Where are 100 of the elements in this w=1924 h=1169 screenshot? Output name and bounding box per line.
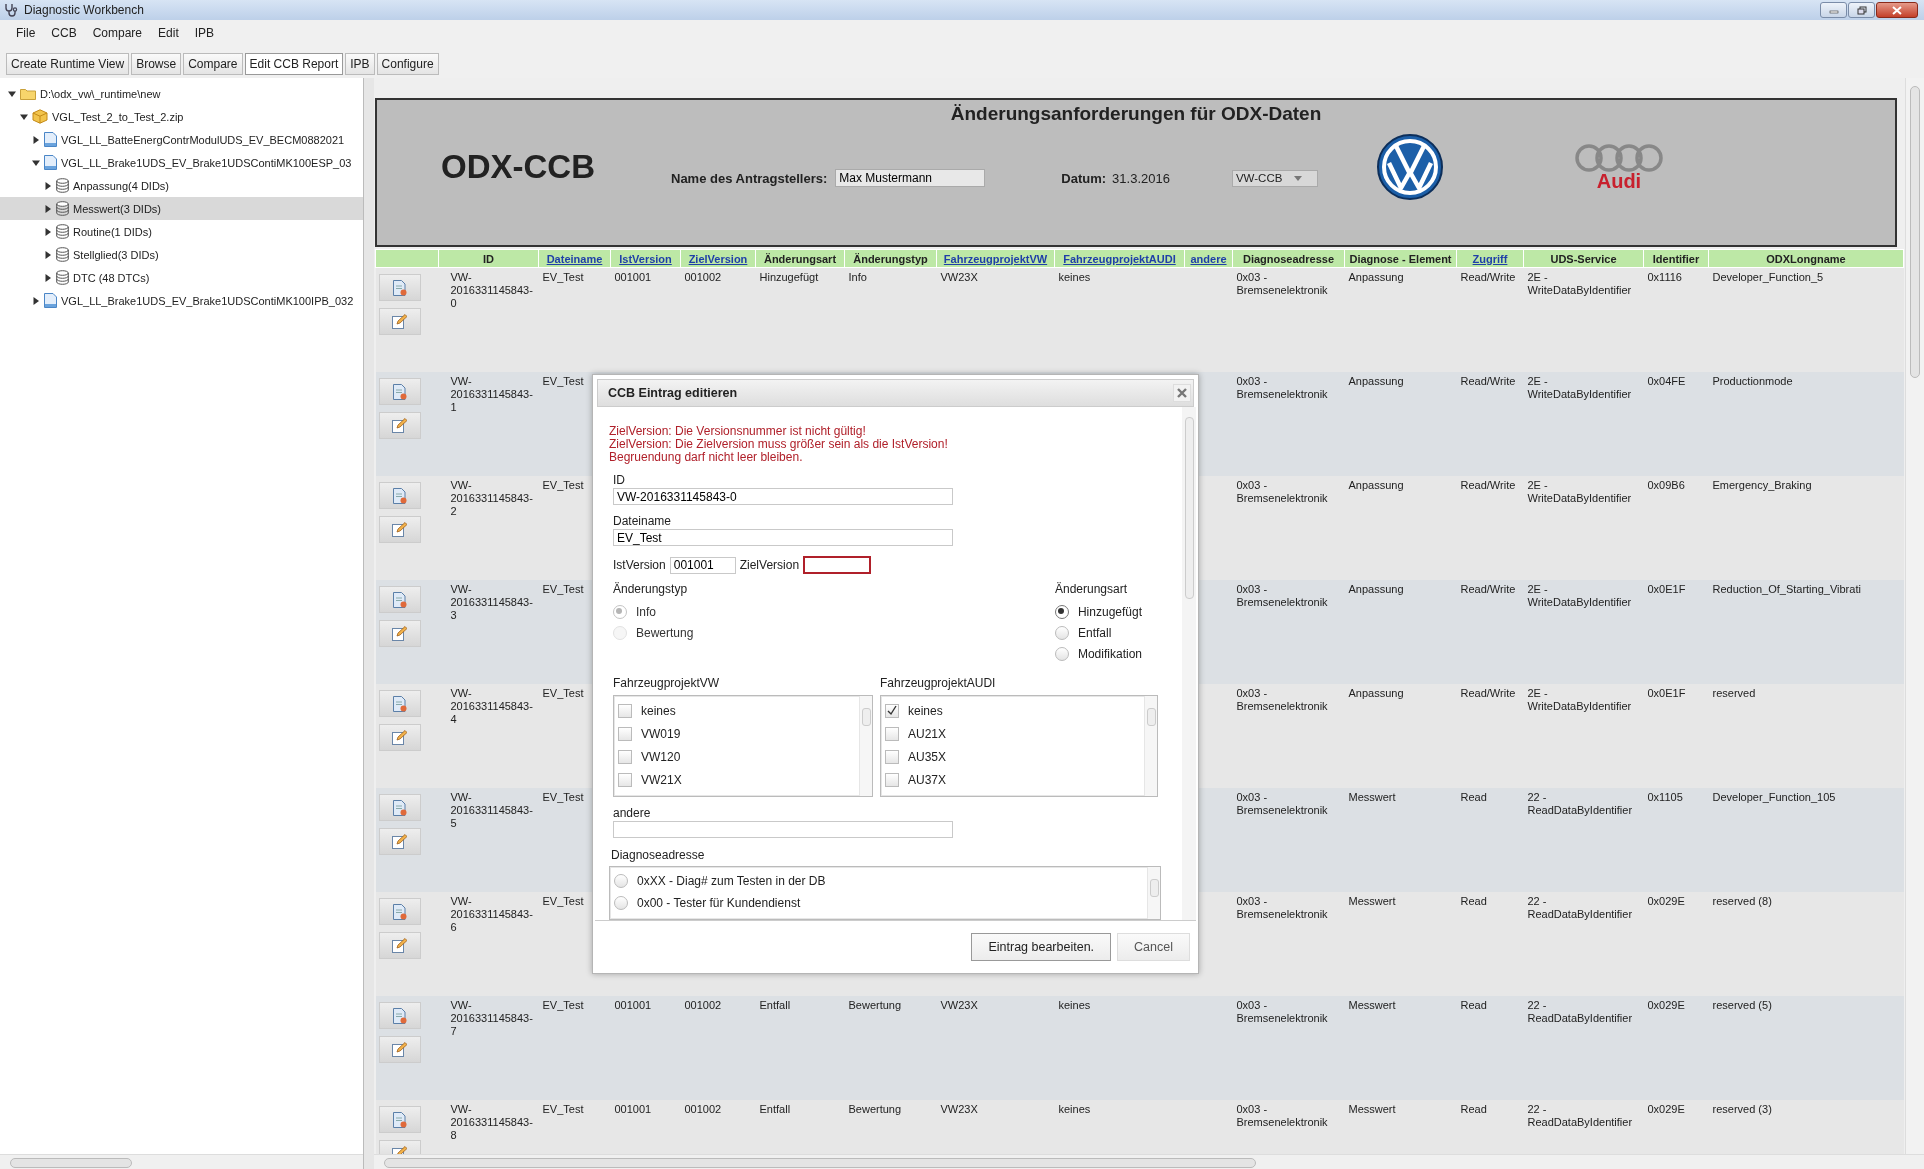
tree-item[interactable]: Anpassung(4 DIDs) [0, 174, 363, 197]
edit-button[interactable] [378, 620, 421, 647]
table-cell: VW-2016331145843-7 [438, 996, 539, 1100]
menu-item[interactable]: File [8, 26, 44, 40]
expand-arrow-icon[interactable] [44, 273, 52, 282]
column-header[interactable]: andere [1184, 249, 1233, 268]
tree-item[interactable]: Stellglied(3 DIDs) [0, 243, 363, 266]
edit-button[interactable] [378, 1036, 421, 1063]
checkbox-option[interactable]: VW120 [618, 745, 855, 768]
field-label: Datum: [1061, 170, 1107, 186]
edit-button[interactable] [378, 412, 421, 439]
collapse-arrow-icon[interactable] [32, 158, 40, 167]
document-button[interactable] [378, 690, 421, 717]
document-button[interactable] [378, 1002, 421, 1029]
filename-field[interactable]: EV_Test [613, 529, 953, 546]
column-header[interactable]: FahrzeugprojektAUDI [1054, 249, 1185, 268]
close-button[interactable] [1876, 2, 1918, 18]
column-header[interactable]: IstVersion [610, 249, 681, 268]
collapse-arrow-icon[interactable] [8, 89, 16, 98]
horizontal-scrollbar[interactable] [0, 1154, 363, 1169]
expand-arrow-icon[interactable] [44, 181, 52, 190]
menu-item[interactable]: IPB [186, 26, 223, 40]
radio-option[interactable]: Modifikation [1054, 643, 1142, 664]
circle-emblem-icon [1375, 133, 1444, 201]
collapse-arrow-icon[interactable] [20, 112, 28, 121]
menu-item[interactable]: Compare [84, 26, 151, 40]
menu-item[interactable]: CCB [43, 26, 85, 40]
document-button[interactable] [378, 898, 421, 925]
column-header[interactable]: Dateiname [538, 249, 611, 268]
checkbox-option[interactable]: AU21X [885, 722, 1140, 745]
edit-button[interactable] [378, 724, 421, 751]
tree-item[interactable]: VGL_LL_Brake1UDS_EV_Brake1UDSContiMK100IPB_032 [0, 289, 363, 312]
checkbox-option[interactable]: keines [618, 699, 855, 722]
edit-button[interactable] [378, 828, 421, 855]
radio-button[interactable] [1054, 604, 1069, 619]
tab[interactable]: Compare [183, 53, 243, 75]
table-cell: VW-2016331145843-5 [438, 788, 539, 892]
tab[interactable]: Edit CCB Report [244, 53, 344, 75]
tree-item[interactable]: VGL_LL_BatteEnergContrModulUDS_EV_BECM0882021 [0, 128, 363, 151]
submit-button[interactable]: Eintrag bearbeiten. [971, 933, 1112, 961]
expand-arrow-icon[interactable] [32, 296, 40, 305]
minimize-button[interactable] [1820, 2, 1847, 18]
tab[interactable]: Create Runtime View [6, 53, 130, 75]
tree-item[interactable]: VGL_Test_2_to_Test_2.zip [0, 105, 363, 128]
table-cell: 0x03 - Bremsenelektronik [1232, 476, 1345, 580]
vertical-scrollbar[interactable] [859, 696, 872, 796]
column-header[interactable]: FahrzeugprojektVW [936, 249, 1055, 268]
vertical-scrollbar[interactable] [1182, 407, 1196, 920]
radio-option[interactable]: 0x00 - Tester für Kundendienst [614, 892, 1143, 914]
restore-button[interactable] [1848, 2, 1875, 18]
radio-option[interactable]: Entfall [1054, 622, 1142, 643]
horizontal-scrollbar[interactable] [374, 1154, 1924, 1169]
document-button[interactable] [378, 378, 421, 405]
checkbox-option[interactable]: AU37X [885, 768, 1140, 791]
tree-item[interactable]: D:\odx_vw\_runtime\new [0, 82, 363, 105]
radio-button[interactable] [1054, 646, 1069, 661]
document-button[interactable] [378, 586, 421, 613]
applicant-field[interactable]: Max Mustermann [835, 169, 986, 187]
id-field[interactable]: VW-2016331145843-0 [613, 488, 953, 505]
tab[interactable]: Configure [376, 53, 439, 75]
menu-item[interactable]: Edit [150, 26, 187, 40]
radio-option[interactable]: Hinzugefügt [1054, 601, 1142, 622]
target-version-field[interactable] [803, 556, 872, 574]
vertical-scrollbar[interactable] [1144, 696, 1157, 796]
tree-item[interactable]: VGL_LL_Brake1UDS_EV_Brake1UDSContiMK100ESP_03 [0, 151, 363, 174]
document-button[interactable] [378, 274, 421, 301]
column-header[interactable]: Zugriff [1456, 249, 1524, 268]
edit-button[interactable] [378, 932, 421, 959]
checkbox-option[interactable]: VW019 [618, 722, 855, 745]
tree-item[interactable]: Messwert(3 DIDs) [0, 197, 363, 220]
document-button[interactable] [378, 794, 421, 821]
column-header[interactable]: ZielVersion [680, 249, 756, 268]
checkbox-option[interactable]: keines [885, 699, 1140, 722]
radio-option[interactable]: 0xXX - Diag# zum Testen in der DB [614, 870, 1143, 892]
other-field[interactable] [613, 821, 953, 838]
document-button[interactable] [378, 482, 421, 509]
edit-button[interactable] [378, 308, 421, 335]
group-label: FahrzeugprojektVW [613, 676, 721, 690]
board-dropdown[interactable]: VW-CCB [1231, 169, 1318, 187]
expand-arrow-icon[interactable] [44, 250, 52, 259]
table-cell: 0x09B6 [1643, 476, 1709, 580]
expand-arrow-icon[interactable] [32, 135, 40, 144]
version-field[interactable]: 001001 [669, 556, 736, 574]
tree-item[interactable]: DTC (48 DTCs) [0, 266, 363, 289]
radio-button[interactable] [1054, 625, 1069, 640]
checkbox-option[interactable]: VW21X [618, 768, 855, 791]
expand-arrow-icon[interactable] [44, 227, 52, 236]
table-cell: VW23X [936, 267, 1055, 372]
tab[interactable]: IPB [345, 53, 375, 75]
document-button[interactable] [378, 1106, 421, 1133]
checkbox-option[interactable]: AU35X [885, 745, 1140, 768]
vertical-scrollbar[interactable] [1147, 867, 1160, 919]
stethoscope-icon [4, 3, 18, 17]
tree-item[interactable]: Routine(1 DIDs) [0, 220, 363, 243]
cancel-button[interactable]: Cancel [1117, 933, 1190, 961]
tab[interactable]: Browse [131, 53, 182, 75]
expand-arrow-icon[interactable] [44, 204, 52, 213]
group-label: Änderungstyp [613, 582, 689, 596]
edit-button[interactable] [378, 516, 421, 543]
field-label: andere [613, 806, 652, 820]
